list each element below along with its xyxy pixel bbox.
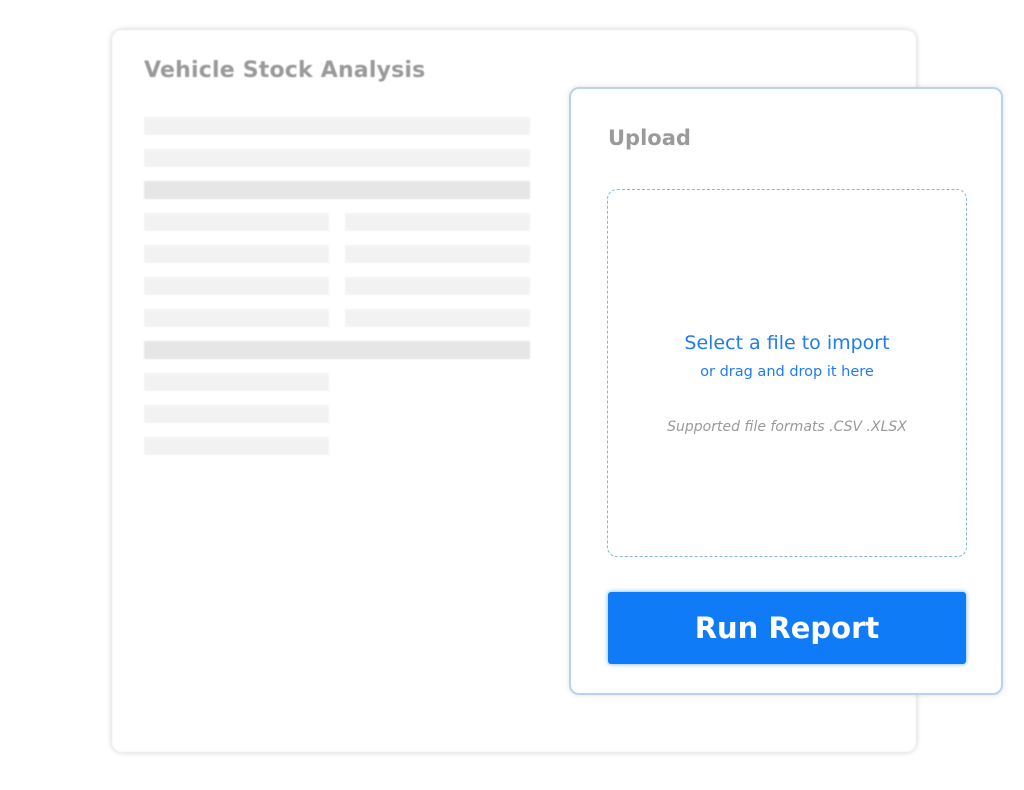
supported-formats-note: Supported file formats .CSV .XLSX — [667, 419, 907, 435]
skeleton-cell — [144, 245, 329, 263]
file-drop-zone[interactable]: Select a file to import or drag and drop… — [607, 189, 967, 557]
report-title: Vehicle Stock Analysis — [144, 58, 426, 83]
skeleton-cell — [144, 437, 329, 455]
run-report-button[interactable]: Run Report — [608, 592, 966, 664]
skeleton-cell — [144, 277, 329, 295]
skeleton-cell — [144, 309, 329, 327]
select-file-link[interactable]: Select a file to import — [608, 332, 966, 354]
skeleton-section-bar — [144, 181, 530, 199]
skeleton-cell — [345, 309, 530, 327]
upload-card: Upload Select a file to import or drag a… — [569, 87, 1003, 695]
skeleton-line — [144, 149, 530, 167]
skeleton-cell — [345, 245, 530, 263]
upload-title: Upload — [608, 126, 691, 150]
drag-drop-hint: or drag and drop it here — [700, 364, 874, 380]
stage: Vehicle Stock Analysis Upload Select a f… — [0, 0, 1024, 790]
skeleton-cell — [144, 373, 329, 391]
skeleton-cell — [144, 213, 329, 231]
skeleton-cell — [345, 277, 530, 295]
skeleton-section-bar — [144, 341, 530, 359]
skeleton-cell — [345, 213, 530, 231]
skeleton-line — [144, 117, 530, 135]
skeleton-cell — [144, 405, 329, 423]
